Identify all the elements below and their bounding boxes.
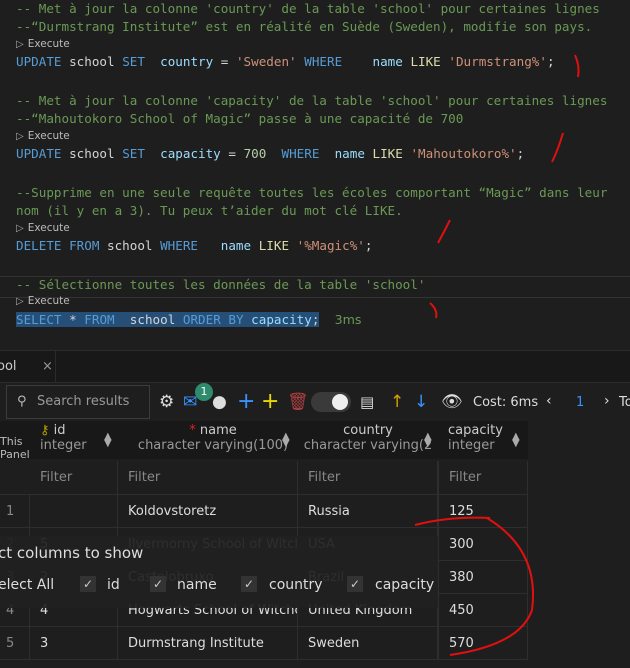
red-annotations [414, 54, 580, 656]
